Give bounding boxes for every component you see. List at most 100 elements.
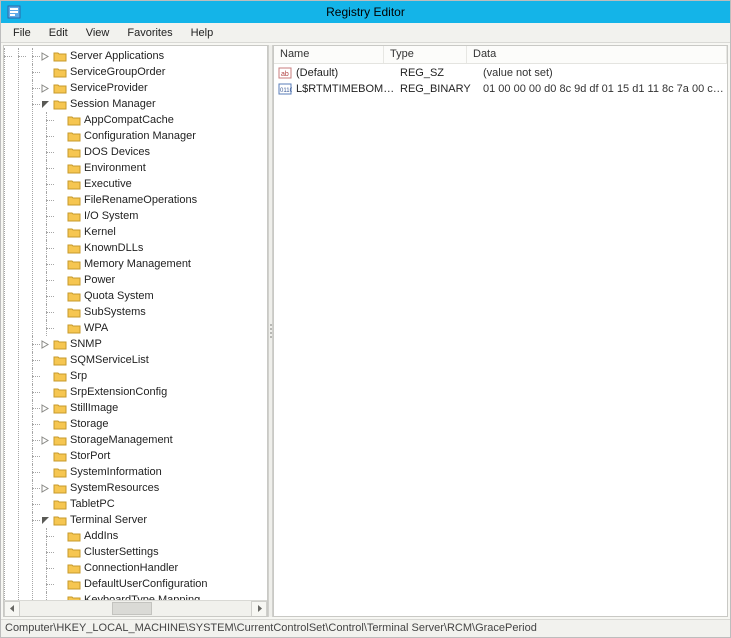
- tree-item-session-manager[interactable]: Session Manager: [40, 96, 267, 112]
- tree-item[interactable]: Power: [54, 272, 267, 288]
- folder-icon: [67, 177, 81, 191]
- folder-icon: [67, 209, 81, 223]
- window-title: Registry Editor: [1, 5, 730, 19]
- binary-value-icon: 0110: [278, 82, 292, 96]
- cell-data: 01 00 00 00 d0 8c 9d df 01 15 d1 11 8c 7…: [483, 83, 727, 95]
- menu-file[interactable]: File: [5, 25, 39, 41]
- tree-item[interactable]: KeyboardType Mapping: [54, 592, 267, 600]
- tree-label: TabletPC: [70, 498, 115, 510]
- tree-item[interactable]: Configuration Manager: [54, 128, 267, 144]
- folder-icon: [53, 513, 67, 527]
- tree-label: AppCompatCache: [84, 114, 174, 126]
- folder-icon: [53, 497, 67, 511]
- tree-item[interactable]: Server Applications: [40, 48, 267, 64]
- tree-label: Terminal Server: [70, 514, 147, 526]
- tree-item[interactable]: WPA: [54, 320, 267, 336]
- col-header-type[interactable]: Type: [384, 46, 467, 63]
- tree-item[interactable]: AddIns: [54, 528, 267, 544]
- list-header: Name Type Data: [274, 46, 727, 64]
- folder-icon: [67, 225, 81, 239]
- list-row[interactable]: 0110 L$RTMTIMEBOMB_132... REG_BINARY 01 …: [274, 81, 727, 97]
- tree-item[interactable]: AppCompatCache: [54, 112, 267, 128]
- scroll-right-button[interactable]: [251, 601, 267, 617]
- expand-closed-icon[interactable]: [40, 435, 51, 446]
- tree-item[interactable]: KnownDLLs: [54, 240, 267, 256]
- folder-icon: [53, 465, 67, 479]
- tree-content: Server Applications ServiceGroupOrder Se…: [4, 46, 267, 600]
- tree-item[interactable]: Storage: [40, 416, 267, 432]
- tree-item[interactable]: Memory Management: [54, 256, 267, 272]
- folder-icon: [53, 337, 67, 351]
- tree-label: StorPort: [70, 450, 110, 462]
- tree-item[interactable]: SystemInformation: [40, 464, 267, 480]
- folder-icon: [67, 113, 81, 127]
- menu-help[interactable]: Help: [183, 25, 222, 41]
- scroll-thumb[interactable]: [112, 602, 152, 615]
- titlebar: Registry Editor: [1, 1, 730, 23]
- expand-closed-icon[interactable]: [40, 83, 51, 94]
- expand-closed-icon[interactable]: [40, 483, 51, 494]
- tree-item[interactable]: SubSystems: [54, 304, 267, 320]
- expand-closed-icon[interactable]: [40, 339, 51, 350]
- tree-item[interactable]: ServiceProvider: [40, 80, 267, 96]
- tree-item[interactable]: I/O System: [54, 208, 267, 224]
- tree-hscroll[interactable]: [4, 600, 267, 616]
- col-header-data[interactable]: Data: [467, 46, 727, 63]
- tree-item[interactable]: SrpExtensionConfig: [40, 384, 267, 400]
- tree-item[interactable]: Kernel: [54, 224, 267, 240]
- menu-favorites[interactable]: Favorites: [119, 25, 180, 41]
- folder-icon: [67, 145, 81, 159]
- tree-item[interactable]: FileRenameOperations: [54, 192, 267, 208]
- expand-open-icon[interactable]: [40, 99, 51, 110]
- tree-item[interactable]: Quota System: [54, 288, 267, 304]
- folder-icon: [67, 305, 81, 319]
- tree-item[interactable]: ClusterSettings: [54, 544, 267, 560]
- menu-edit[interactable]: Edit: [41, 25, 76, 41]
- tree-item[interactable]: Srp: [40, 368, 267, 384]
- tree-item[interactable]: SQMServiceList: [40, 352, 267, 368]
- cell-name: L$RTMTIMEBOMB_132...: [296, 83, 400, 95]
- folder-icon: [53, 369, 67, 383]
- tree-label: Memory Management: [84, 258, 191, 270]
- list-body[interactable]: ab (Default) REG_SZ (value not set) 0110…: [274, 64, 727, 616]
- tree-label: Configuration Manager: [84, 130, 196, 142]
- tree-item[interactable]: TabletPC: [40, 496, 267, 512]
- menubar: File Edit View Favorites Help: [1, 23, 730, 43]
- tree-item[interactable]: DOS Devices: [54, 144, 267, 160]
- tree-item[interactable]: StorageManagement: [40, 432, 267, 448]
- expand-open-icon[interactable]: [40, 515, 51, 526]
- expand-closed-icon[interactable]: [40, 403, 51, 414]
- folder-icon: [67, 321, 81, 335]
- tree-scroll[interactable]: Server Applications ServiceGroupOrder Se…: [4, 46, 267, 600]
- tree-label: SystemInformation: [70, 466, 162, 478]
- tree-label: StorageManagement: [70, 434, 173, 446]
- tree-item[interactable]: StorPort: [40, 448, 267, 464]
- folder-icon: [53, 449, 67, 463]
- menu-view[interactable]: View: [78, 25, 118, 41]
- expand-closed-icon[interactable]: [40, 51, 51, 62]
- tree-label: Storage: [70, 418, 109, 430]
- folder-icon: [53, 401, 67, 415]
- folder-icon: [67, 561, 81, 575]
- tree-item[interactable]: SystemResources: [40, 480, 267, 496]
- tree-item[interactable]: ServiceGroupOrder: [40, 64, 267, 80]
- col-header-name[interactable]: Name: [274, 46, 384, 63]
- tree-item[interactable]: DefaultUserConfiguration: [54, 576, 267, 592]
- tree-item[interactable]: StillImage: [40, 400, 267, 416]
- registry-editor-window: Registry Editor File Edit View Favorites…: [0, 0, 731, 638]
- status-path: Computer\HKEY_LOCAL_MACHINE\SYSTEM\Curre…: [5, 622, 537, 634]
- list-row[interactable]: ab (Default) REG_SZ (value not set): [274, 65, 727, 81]
- tree-pane: Server Applications ServiceGroupOrder Se…: [3, 45, 268, 617]
- tree-item[interactable]: SNMP: [40, 336, 267, 352]
- tree-item-terminal-server[interactable]: Terminal Server: [40, 512, 267, 528]
- folder-icon: [67, 289, 81, 303]
- folder-icon: [67, 257, 81, 271]
- scroll-track[interactable]: [20, 601, 251, 617]
- tree-item[interactable]: Environment: [54, 160, 267, 176]
- list-pane: Name Type Data ab (Default) REG_SZ (valu…: [273, 45, 728, 617]
- tree-label: AddIns: [84, 530, 118, 542]
- client-area: Server Applications ServiceGroupOrder Se…: [1, 43, 730, 619]
- tree-item[interactable]: Executive: [54, 176, 267, 192]
- scroll-left-button[interactable]: [4, 601, 20, 617]
- tree-item[interactable]: ConnectionHandler: [54, 560, 267, 576]
